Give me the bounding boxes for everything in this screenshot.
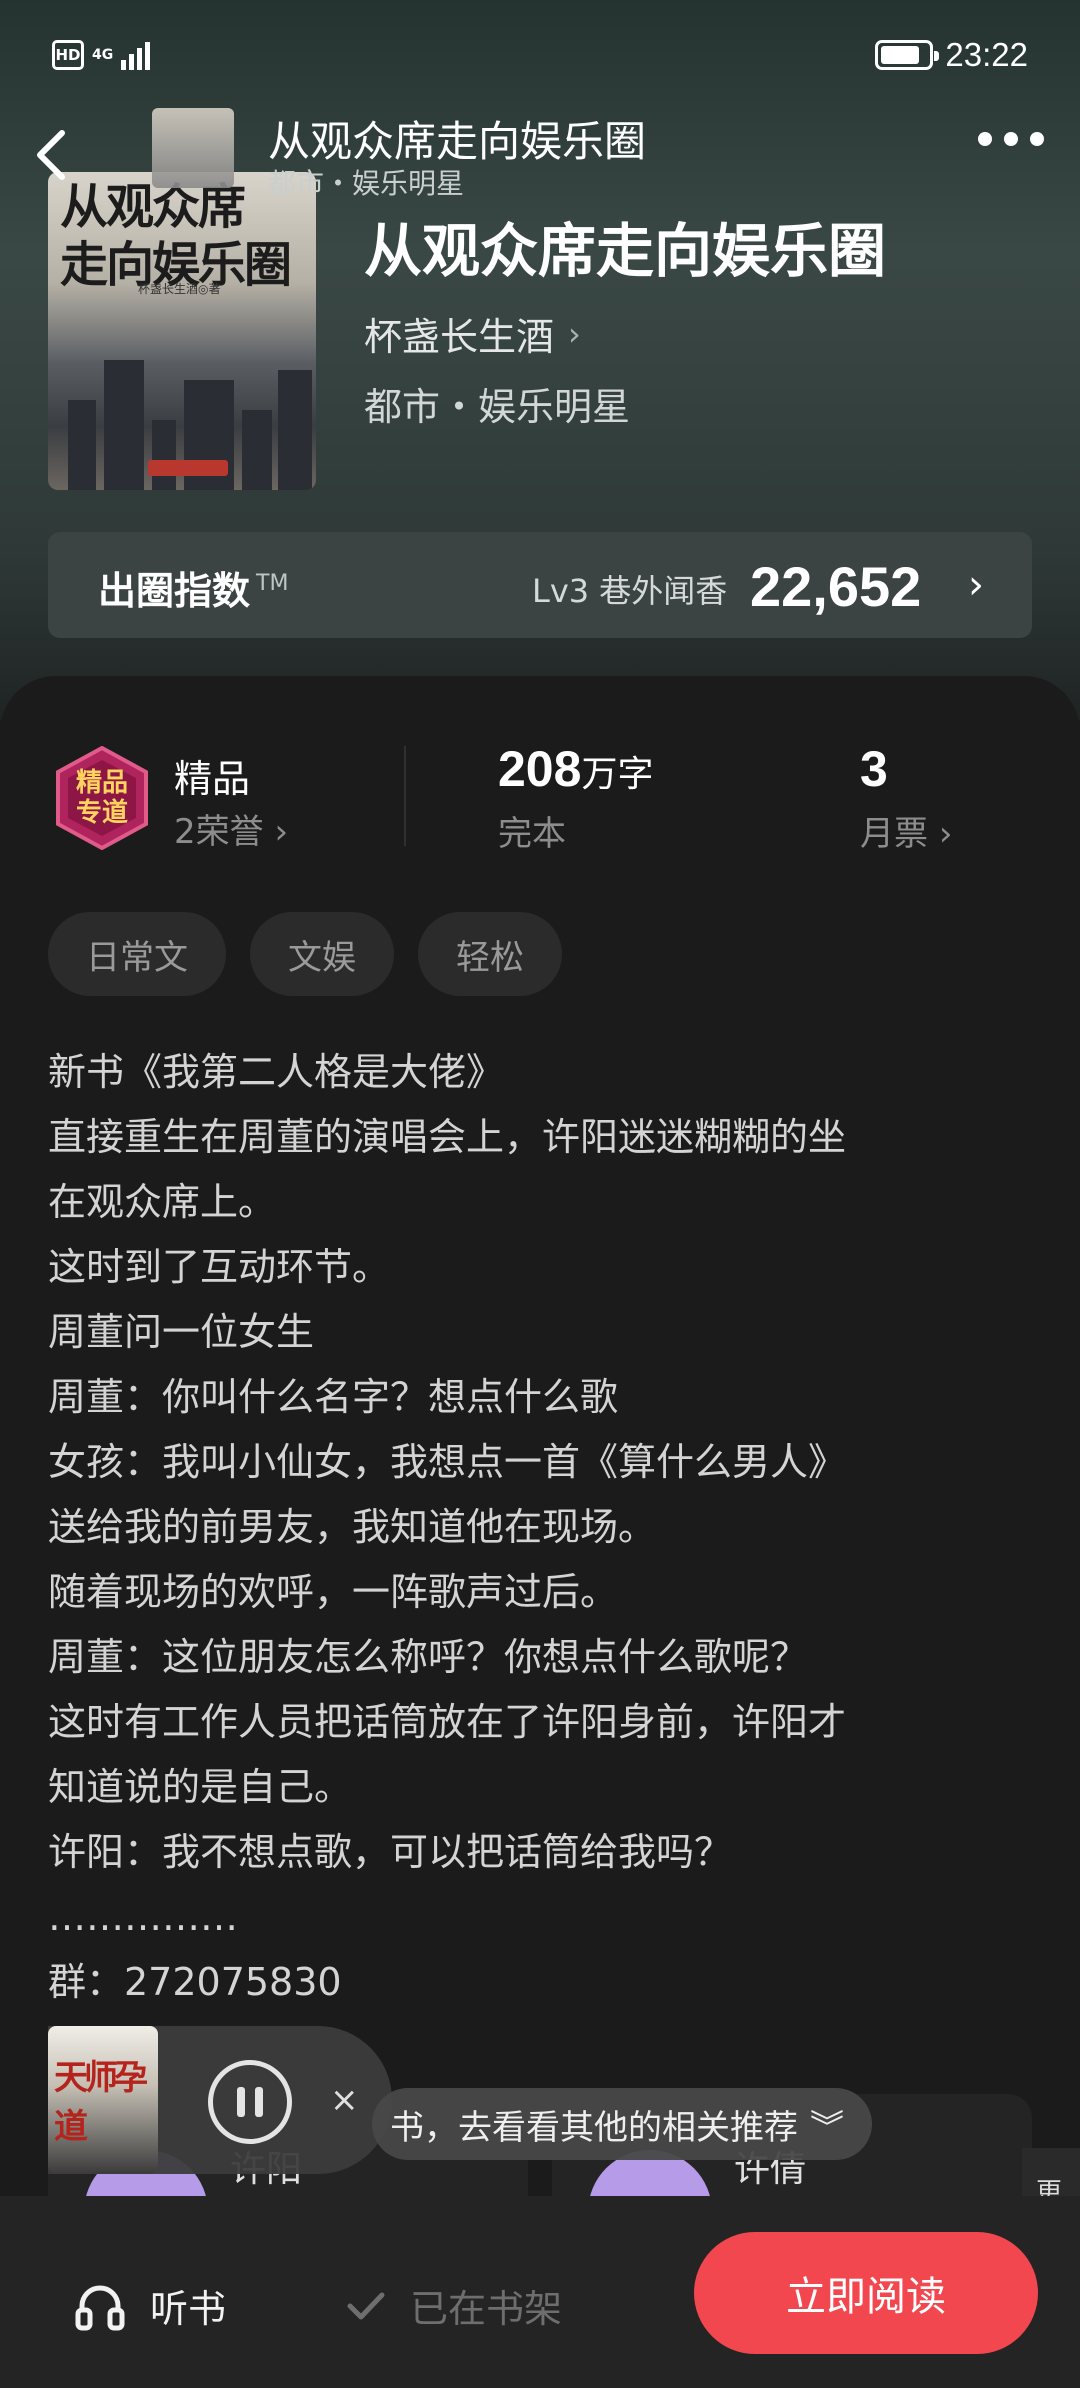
nav-subtitle: 都市・娱乐明星 <box>268 167 465 200</box>
audio-book-cover[interactable]: 天师孕道 <box>48 2026 158 2174</box>
divider <box>404 746 406 846</box>
honors-link[interactable]: 2荣誉 › <box>174 804 288 853</box>
pause-icon <box>237 2087 245 2117</box>
stats-row: 精品 专道 精品 2荣誉 › 208万字 完本 3 月票 › <box>0 736 1080 876</box>
signal-icon <box>121 40 151 70</box>
tag-list: 日常文 文娱 轻松 <box>48 912 562 996</box>
cover-author: 杯盏长生酒◎著 <box>138 282 221 296</box>
index-level: Lv3 巷外闻香 <box>532 572 728 610</box>
tag-chip[interactable]: 轻松 <box>418 912 562 996</box>
more-dot-icon <box>1030 132 1044 146</box>
quality-badge-icon[interactable]: 精品 专道 <box>50 745 154 851</box>
cover-title: 从观众席 走向娱乐圈 <box>60 179 292 293</box>
quality-label: 精品 <box>174 757 251 801</box>
close-icon[interactable]: × <box>330 2080 359 2120</box>
back-button[interactable] <box>20 120 80 190</box>
tag-chip[interactable]: 日常文 <box>48 912 226 996</box>
chevron-down-icon: ︾ <box>810 2107 844 2148</box>
chevron-right-icon: › <box>968 562 984 608</box>
recommendation-toast[interactable]: 书，去看看其他的相关推荐 ︾ <box>372 2088 872 2160</box>
more-dot-icon <box>1004 132 1018 146</box>
index-value: 22,652 <box>750 555 922 618</box>
nav-thumbnail <box>152 108 234 188</box>
hd-icon: HD <box>52 40 84 70</box>
book-description: 新书《我第二人格是大佬》 直接重生在周董的演唱会上，许阳迷迷糊糊的坐 在观众席上… <box>48 1050 847 2004</box>
battery-icon <box>875 40 940 70</box>
index-label: 出圈指数 TM <box>98 569 289 613</box>
book-cover[interactable]: 从观众席 走向娱乐圈 杯盏长生酒◎著 <box>48 172 316 490</box>
author-name: 杯盏长生酒 <box>364 315 555 359</box>
more-options-button[interactable] <box>978 132 1044 146</box>
status-bar: HD 4G 23:22 <box>0 0 1080 120</box>
network-type: 4G <box>92 47 114 63</box>
word-count: 208万字 <box>498 741 654 797</box>
chevron-right-icon: › <box>568 314 581 353</box>
completion-status: 完本 <box>498 814 566 854</box>
monthly-votes-link[interactable]: 月票 › <box>860 806 952 855</box>
popularity-index-card[interactable]: 出圈指数 TM Lv3 巷外闻香 22,652 › <box>48 532 1032 638</box>
book-title: 从观众席走向娱乐圈 <box>364 217 887 285</box>
author-link[interactable]: 杯盏长生酒 › <box>364 306 581 361</box>
monthly-votes: 3 <box>860 741 888 797</box>
book-genre: 都市・娱乐明星 <box>364 385 631 429</box>
tag-chip[interactable]: 文娱 <box>250 912 394 996</box>
nav-title: 从观众席走向娱乐圈 <box>268 117 647 166</box>
bookshelf-status: 已在书架 <box>346 2278 562 2333</box>
publisher-logo <box>148 460 228 476</box>
listen-button[interactable]: 听书 <box>74 2278 226 2333</box>
back-arrow-icon <box>37 130 65 180</box>
bottom-action-bar: 听书 已在书架 立即阅读 <box>0 2196 1080 2388</box>
chevron-right-icon: › <box>274 812 289 852</box>
chevron-right-icon: › <box>938 814 953 854</box>
headphones-icon <box>75 2285 125 2330</box>
pause-button[interactable] <box>208 2060 292 2144</box>
read-now-button[interactable]: 立即阅读 <box>694 2232 1038 2354</box>
more-dot-icon <box>978 132 992 146</box>
check-icon <box>347 2292 385 2319</box>
clock: 23:22 <box>945 36 1028 73</box>
